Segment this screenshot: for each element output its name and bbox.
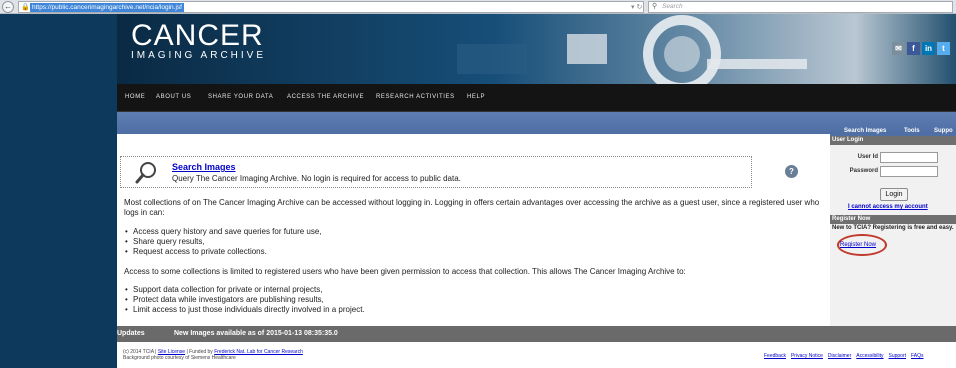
facebook-icon[interactable]: f [907, 42, 920, 55]
site-logo[interactable]: CANCER IMAGING ARCHIVE [131, 20, 266, 62]
feedback-link[interactable]: Feedback [764, 353, 786, 359]
benefit-item: Access query history and save queries fo… [125, 227, 322, 237]
right-sidebar: Search Images Tools Suppo User Login Use… [830, 128, 956, 326]
register-header: Register Now [830, 215, 956, 224]
accessibility-link[interactable]: Accessibility [856, 353, 883, 359]
footer-photo-credit: Background photo courtesy of Siemens Hea… [123, 355, 236, 361]
nav-research-activities[interactable]: RESEARCH ACTIVITIES [376, 93, 455, 102]
page-footer: (c) 2014 TCIA | Site License | Funded by… [117, 342, 956, 368]
browser-toolbar: ← 🔒 https://public.cancerimagingarchive.… [0, 0, 956, 14]
disclaimer-link[interactable]: Disclaimer [828, 353, 851, 359]
email-icon[interactable]: ✉ [892, 42, 905, 55]
main-nav: HOME ABOUT US SHARE YOUR DATA ACCESS THE… [117, 84, 956, 112]
logo-subtitle: IMAGING ARCHIVE [131, 50, 267, 61]
social-links: ✉ f in t [892, 42, 950, 55]
logo-title: CANCER [131, 19, 264, 52]
banner-photo [457, 15, 807, 84]
site-banner: CANCER IMAGING ARCHIVE ✉ f in t [117, 14, 956, 84]
benefit-item: Request access to private collections. [125, 247, 267, 257]
support-link[interactable]: Support [889, 353, 907, 359]
tab-tools[interactable]: Tools [904, 127, 920, 135]
updates-label: Updates [117, 330, 145, 337]
privacy-notice-link[interactable]: Privacy Notice [791, 353, 823, 359]
login-button[interactable]: Login [880, 188, 908, 201]
nav-about-us[interactable]: ABOUT US [156, 93, 191, 102]
footer-links: Feedback Privacy Notice Disclaimer Acces… [764, 353, 924, 359]
header-strip [117, 112, 956, 134]
browser-search-placeholder: Search [662, 3, 683, 10]
access-text: Access to some collections is limited to… [124, 267, 686, 276]
updates-bar: Updates New Images available as of 2015-… [117, 326, 956, 342]
tab-search-images[interactable]: Search Images [844, 127, 886, 135]
browser-search-box[interactable]: ⚲ Search [648, 1, 953, 13]
search-images-panel: Search Images Query The Cancer Imaging A… [120, 156, 752, 188]
tab-support[interactable]: Suppo [934, 127, 953, 135]
user-id-label: User Id [857, 154, 878, 160]
search-images-link[interactable]: Search Images [172, 162, 236, 173]
password-input[interactable] [880, 166, 938, 177]
url-text[interactable]: https://public.cancerimagingarchive.net/… [30, 3, 184, 12]
password-label: Password [849, 168, 878, 174]
footer-credits: (c) 2014 TCIA | Site License | Funded by… [123, 349, 303, 361]
nav-help[interactable]: HELP [467, 93, 485, 102]
magnifier-icon [135, 162, 156, 184]
cannot-access-link[interactable]: I cannot access my account [848, 203, 928, 211]
nav-share-your-data[interactable]: SHARE YOUR DATA [208, 93, 273, 102]
back-arrow-icon[interactable]: ← [2, 1, 14, 13]
help-icon[interactable]: ? [785, 165, 798, 178]
register-text: New to TCIA? Registering is free and eas… [832, 225, 954, 231]
user-id-input[interactable] [880, 152, 938, 163]
nav-home[interactable]: HOME [125, 93, 145, 102]
purpose-item: Support data collection for private or i… [125, 285, 322, 295]
user-login-header: User Login [830, 136, 956, 145]
purpose-item: Limit access to just those individuals d… [125, 305, 365, 315]
reload-icon[interactable]: ▾ ↻ [631, 2, 642, 13]
search-images-description: Query The Cancer Imaging Archive. No log… [172, 174, 461, 183]
linkedin-icon[interactable]: in [922, 42, 935, 55]
purpose-item: Protect data while investigators are pub… [125, 295, 324, 305]
main-content: Search Images Query The Cancer Imaging A… [117, 134, 830, 326]
twitter-icon[interactable]: t [937, 42, 950, 55]
nav-access-the-archive[interactable]: ACCESS THE ARCHIVE [287, 93, 364, 102]
faqs-link[interactable]: FAQs [911, 353, 924, 359]
benefit-item: Share query results, [125, 237, 205, 247]
address-bar[interactable]: 🔒 https://public.cancerimagingarchive.ne… [18, 1, 644, 13]
lock-icon: 🔒 [21, 4, 30, 11]
search-icon: ⚲ [652, 3, 658, 10]
intro-text: Most collections of on The Cancer Imagin… [124, 198, 820, 217]
highlight-circle [837, 234, 887, 256]
updates-text: New Images available as of 2015-01-13 08… [174, 330, 338, 337]
